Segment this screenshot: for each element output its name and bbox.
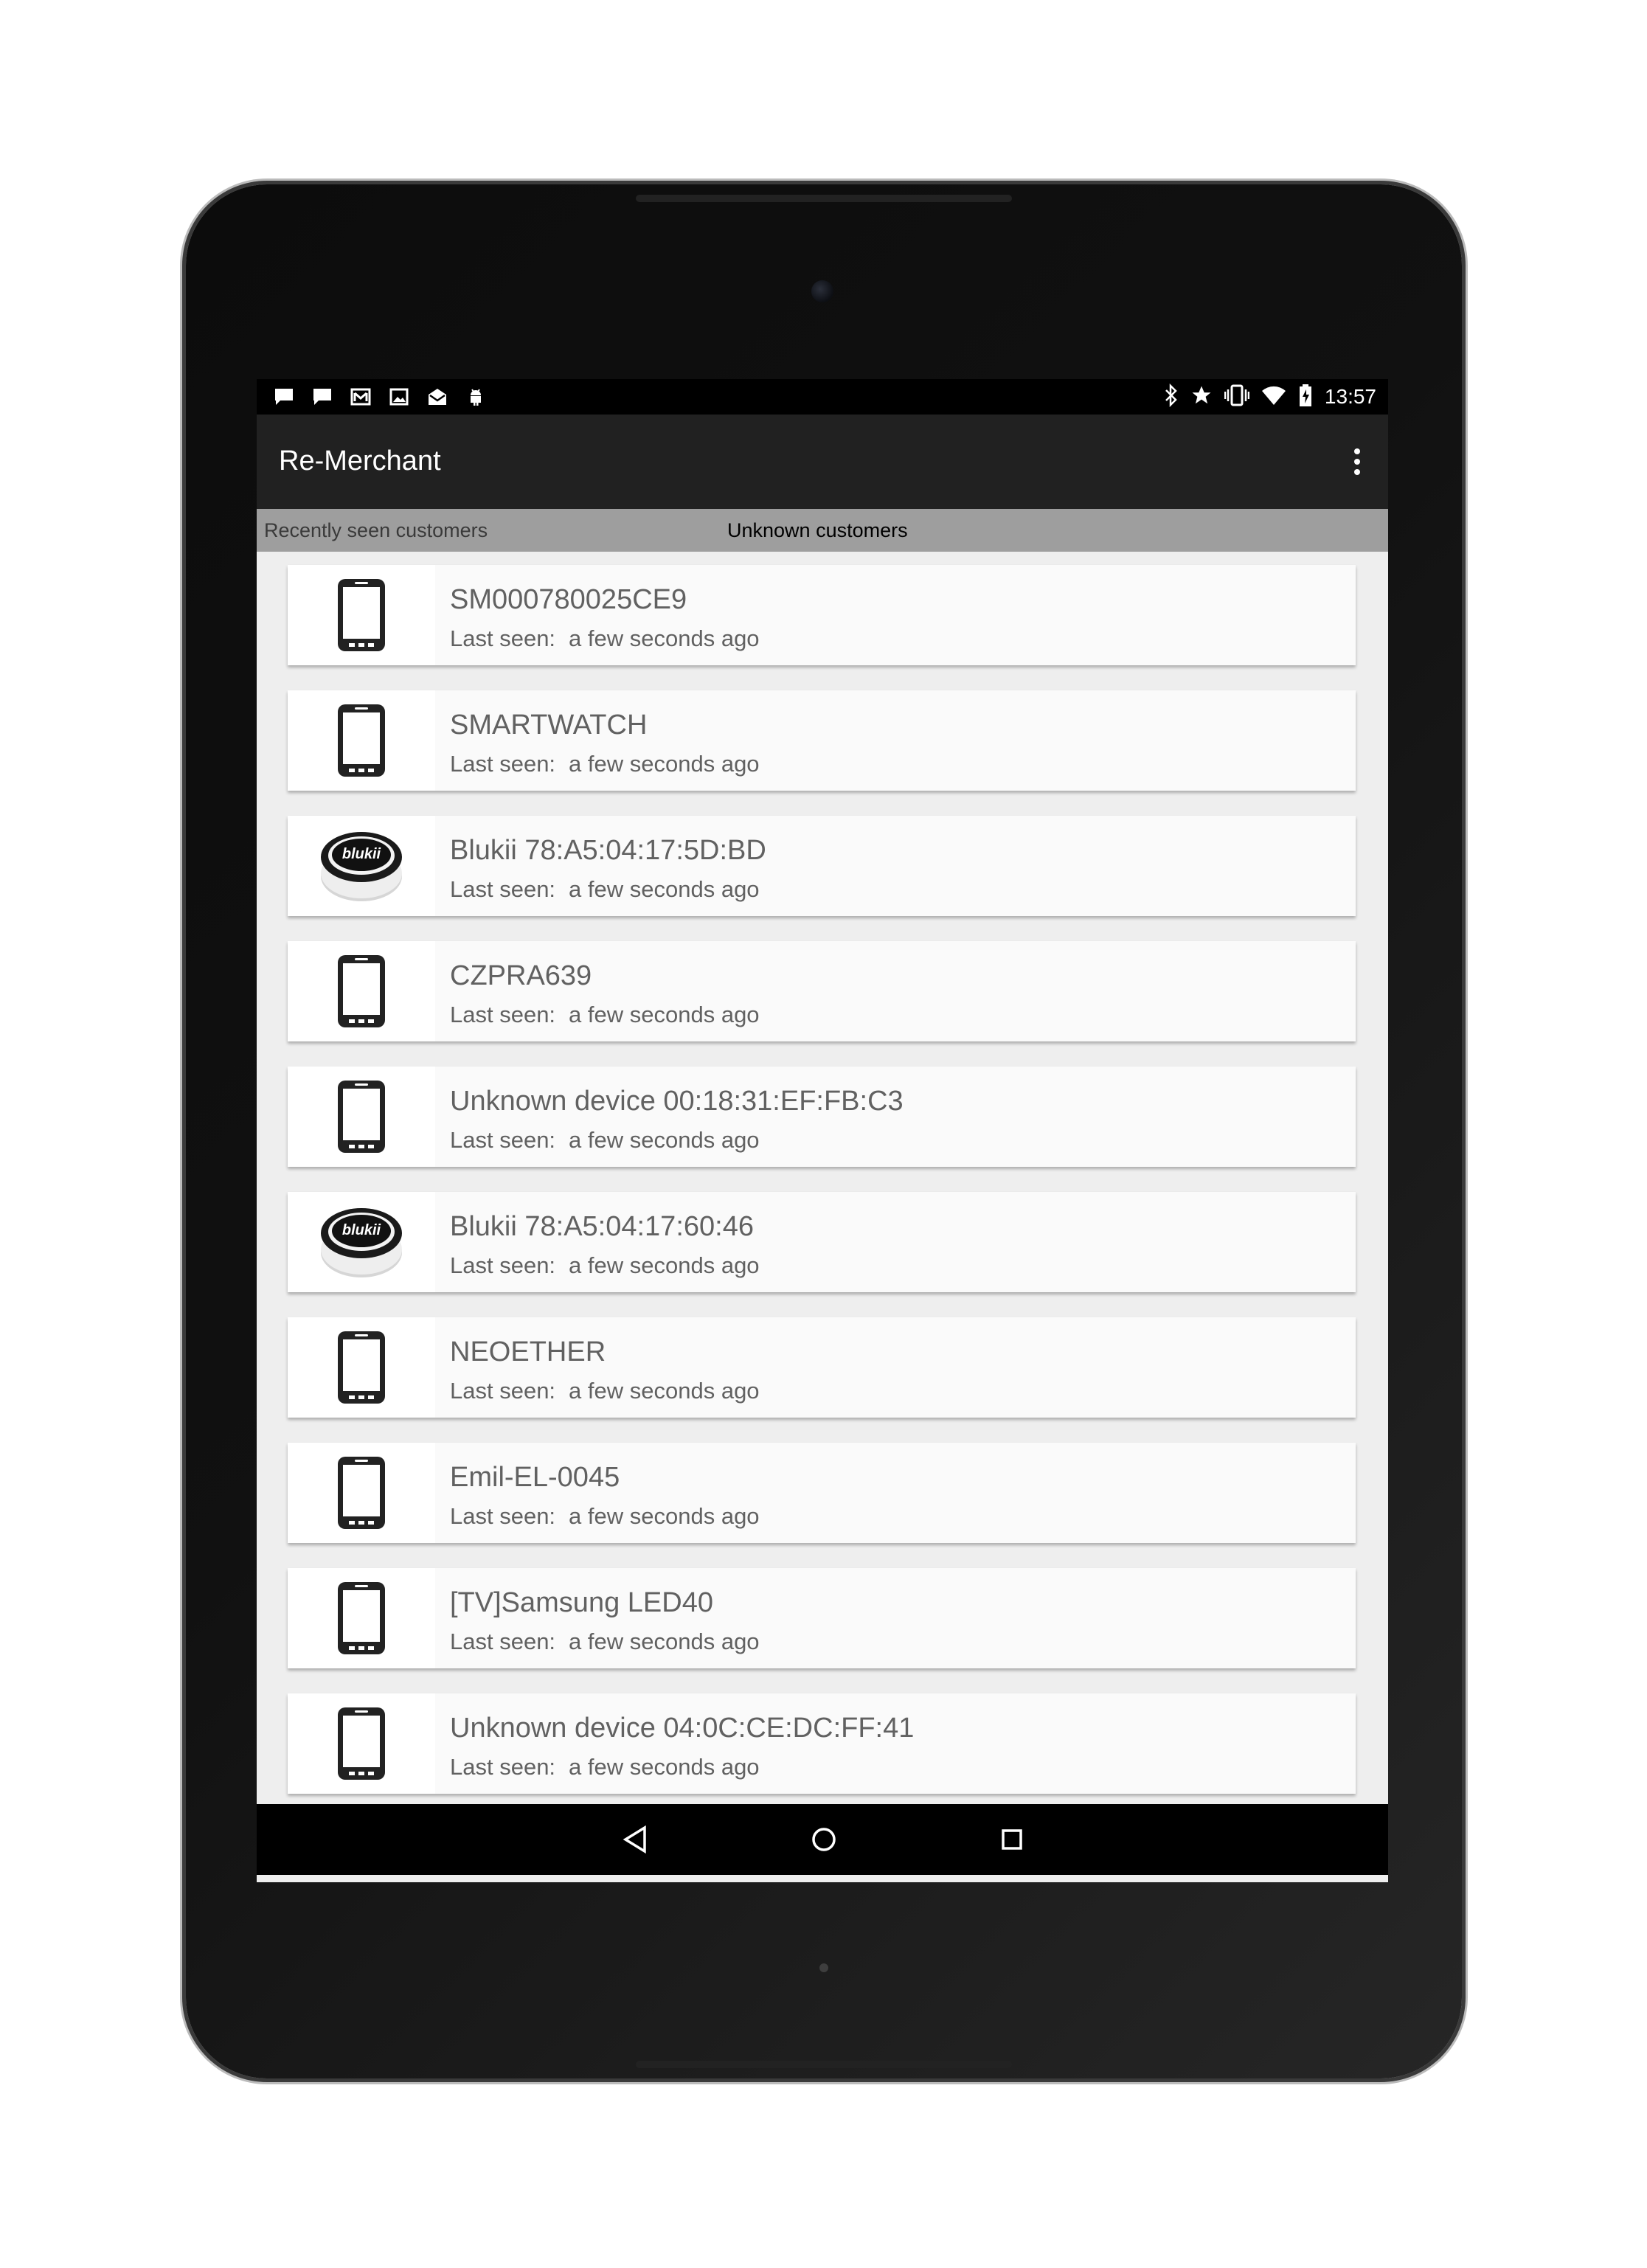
last-seen-value: a few seconds ago (569, 625, 760, 651)
last-seen-value: a few seconds ago (569, 1252, 760, 1278)
last-seen-row: Last seen: a few seconds ago (450, 1252, 760, 1279)
last-seen-row: Last seen: a few seconds ago (450, 1754, 760, 1780)
wifi-icon (1261, 385, 1286, 409)
bluetooth-icon (1164, 383, 1179, 411)
more-vert-icon (1354, 448, 1360, 454)
last-seen-label: Last seen: (450, 1629, 556, 1654)
recents-icon (1002, 1829, 1022, 1850)
chat-icon (273, 386, 295, 407)
last-seen-label: Last seen: (450, 876, 556, 902)
last-seen-label: Last seen: (450, 1378, 556, 1404)
device-screen: 13:57 Re-Merchant Recently seen customer… (257, 379, 1388, 1882)
device-card[interactable]: blukii Blukii 78:A5:04:17:60:46 Last seen:… (288, 1192, 1356, 1292)
smartphone-icon (288, 565, 435, 665)
back-icon (623, 1825, 646, 1854)
last-seen-value: a few seconds ago (569, 1754, 760, 1780)
mail-icon (426, 386, 448, 407)
system-status-icons: 13:57 (1164, 383, 1376, 411)
device-card[interactable]: Unknown device 04:0C:CE:DC:FF:41 Last see… (288, 1693, 1356, 1794)
home-button[interactable] (806, 1822, 842, 1857)
smartphone-icon (288, 1317, 435, 1418)
top-speaker-grille (636, 195, 1012, 202)
last-seen-row: Last seen: a few seconds ago (450, 1629, 760, 1655)
image-icon (388, 386, 410, 407)
last-seen-label: Last seen: (450, 625, 556, 651)
last-seen-label: Last seen: (450, 751, 556, 777)
battery-charging-icon (1298, 384, 1313, 411)
smartphone-icon (288, 1067, 435, 1167)
last-seen-row: Last seen: a few seconds ago (450, 1127, 760, 1154)
star-icon (1190, 384, 1213, 410)
device-card[interactable]: SM000780025CE9 Last seen: a few seconds ag… (288, 565, 1356, 665)
recent-apps-button[interactable] (994, 1822, 1030, 1857)
device-card[interactable]: [TV]Samsung LED40 Last seen: a few seconds… (288, 1568, 1356, 1668)
last-seen-row: Last seen: a few seconds ago (450, 876, 760, 903)
device-name: Unknown device 04:0C:CE:DC:FF:41 (450, 1713, 915, 1744)
back-button[interactable] (618, 1822, 653, 1857)
navigation-bar (257, 1804, 1388, 1875)
last-seen-value: a few seconds ago (569, 1629, 760, 1654)
android-icon (465, 386, 487, 407)
tab-recently-seen-customers[interactable]: Recently seen customers (264, 519, 488, 542)
notification-icons (273, 386, 487, 407)
last-seen-value: a few seconds ago (569, 1002, 760, 1027)
device-name: SM000780025CE9 (450, 584, 687, 615)
device-name: NEOETHER (450, 1336, 606, 1367)
device-name: CZPRA639 (450, 960, 592, 991)
last-seen-value: a few seconds ago (569, 1127, 760, 1153)
last-seen-label: Last seen: (450, 1002, 556, 1027)
last-seen-row: Last seen: a few seconds ago (450, 1503, 760, 1530)
device-card[interactable]: blukii Blukii 78:A5:04:17:5D:BD Last seen:… (288, 816, 1356, 916)
device-list[interactable]: SM000780025CE9 Last seen: a few seconds ag… (257, 552, 1388, 1804)
microphone (819, 1963, 828, 1972)
last-seen-row: Last seen: a few seconds ago (450, 625, 760, 652)
last-seen-value: a few seconds ago (569, 876, 760, 902)
device-name: Blukii 78:A5:04:17:60:46 (450, 1211, 754, 1242)
last-seen-row: Last seen: a few seconds ago (450, 1378, 760, 1404)
device-name: Unknown device 00:18:31:EF:FB:C3 (450, 1086, 904, 1117)
last-seen-value: a few seconds ago (569, 751, 760, 777)
svg-text:blukii: blukii (342, 1222, 381, 1238)
front-camera (811, 280, 833, 302)
device-name: [TV]Samsung LED40 (450, 1587, 713, 1618)
gmail-icon (350, 386, 372, 407)
svg-text:blukii: blukii (342, 846, 381, 862)
blukii-beacon-icon: blukii (288, 1192, 435, 1292)
status-bar: 13:57 (257, 379, 1388, 415)
device-name: SMARTWATCH (450, 710, 648, 741)
device-card[interactable]: Emil-EL-0045 Last seen: a few seconds ago (288, 1443, 1356, 1543)
device-name: Emil-EL-0045 (450, 1462, 620, 1493)
device-card[interactable]: NEOETHER Last seen: a few seconds ago (288, 1317, 1356, 1418)
bottom-speaker-grille (636, 2061, 1012, 2068)
last-seen-row: Last seen: a few seconds ago (450, 751, 760, 777)
smartphone-icon (288, 1443, 435, 1543)
home-icon (812, 1828, 836, 1851)
smartphone-icon (288, 1693, 435, 1794)
status-clock: 13:57 (1324, 385, 1376, 408)
last-seen-label: Last seen: (450, 1127, 556, 1153)
customer-tabs: Recently seen customers Unknown customer… (257, 509, 1388, 552)
blukii-beacon-icon: blukii (288, 816, 435, 916)
device-card[interactable]: CZPRA639 Last seen: a few seconds ago (288, 941, 1356, 1041)
last-seen-row: Last seen: a few seconds ago (450, 1002, 760, 1028)
device-name: Blukii 78:A5:04:17:5D:BD (450, 835, 766, 866)
device-card[interactable]: Unknown device 00:18:31:EF:FB:C3 Last see… (288, 1067, 1356, 1167)
last-seen-label: Last seen: (450, 1252, 556, 1278)
smartphone-icon (288, 690, 435, 791)
tab-unknown-customers[interactable]: Unknown customers (727, 519, 908, 542)
app-toolbar: Re-Merchant (257, 415, 1388, 509)
last-seen-label: Last seen: (450, 1754, 556, 1780)
smartphone-icon (288, 941, 435, 1041)
last-seen-label: Last seen: (450, 1503, 556, 1529)
last-seen-value: a few seconds ago (569, 1503, 760, 1529)
device-card[interactable]: SMARTWATCH Last seen: a few seconds ago (288, 690, 1356, 791)
vibrate-icon (1224, 384, 1250, 410)
smartphone-icon (288, 1568, 435, 1668)
app-title: Re-Merchant (279, 445, 441, 476)
more-options-button[interactable] (1342, 441, 1372, 482)
chat-icon (311, 386, 333, 407)
last-seen-value: a few seconds ago (569, 1378, 760, 1404)
